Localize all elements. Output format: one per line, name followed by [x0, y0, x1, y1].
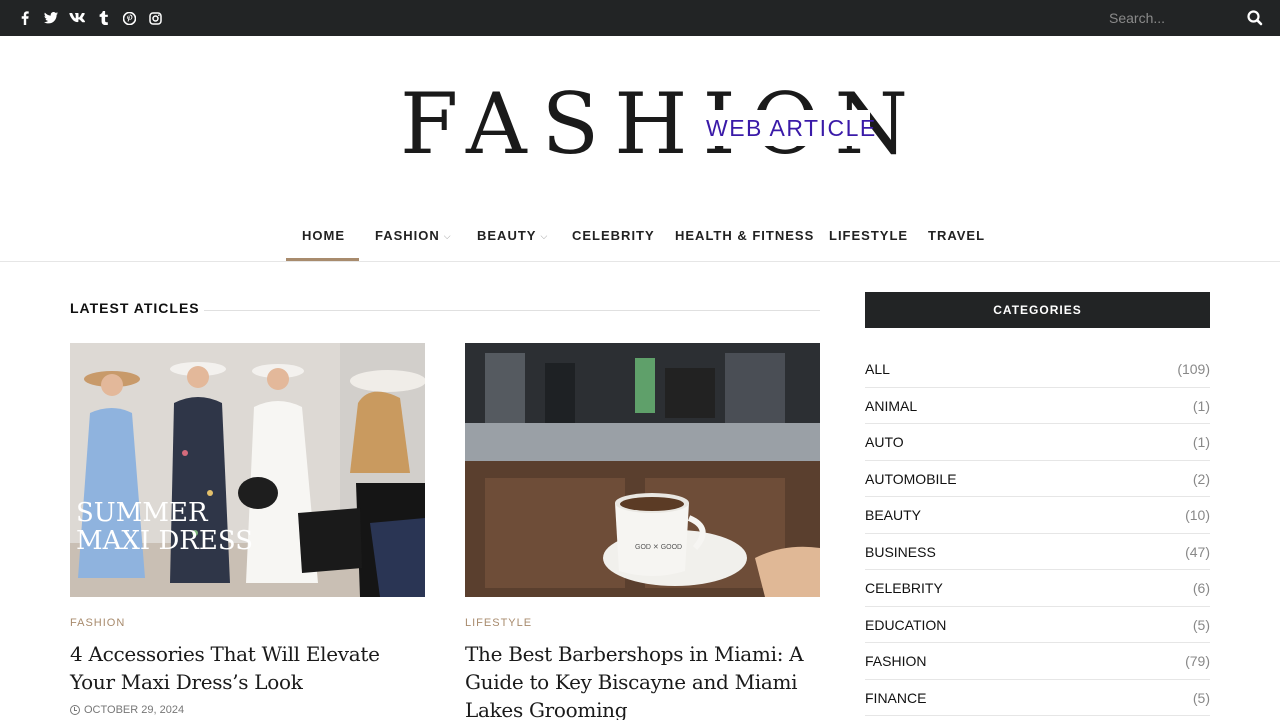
twitter-icon[interactable] [38, 0, 64, 36]
vk-icon[interactable] [64, 0, 90, 36]
instagram-icon[interactable] [142, 0, 168, 36]
nav-label: HEALTH & FITNESS [675, 228, 815, 243]
image-overlay-line1: SUMMER [76, 498, 209, 528]
social-links [12, 0, 168, 36]
category-item[interactable]: CELEBRITY (6) [865, 570, 1210, 607]
nav-label: BEAUTY [477, 228, 537, 243]
category-item[interactable]: ALL (109) [865, 351, 1210, 388]
category-name: EDUCATION [865, 616, 947, 633]
logo-badge: WEB ARTICLE [678, 110, 875, 146]
article-image-barbershop[interactable]: GOD ✕ GOOD [465, 343, 820, 597]
image-overlay-line2: MAXI DRESS [76, 526, 253, 556]
chevron-down-icon: ⌵ [443, 231, 452, 241]
category-name: AUTOMOBILE [865, 470, 957, 487]
category-count: (2) [1192, 470, 1210, 487]
chevron-down-icon: ⌵ [540, 231, 549, 241]
nav-item-travel[interactable]: TRAVEL [928, 210, 985, 262]
nav-item-lifestyle[interactable]: LIFESTYLE [829, 210, 908, 262]
cup-print: GOD ✕ GOOD [635, 544, 682, 551]
categories-header: CATEGORIES [865, 292, 1210, 328]
category-item[interactable]: AUTOMOBILE (2) [865, 461, 1210, 497]
logo-badge-text: WEB ARTICLE [706, 115, 877, 141]
category-count: (109) [1177, 361, 1210, 377]
nav-item-beauty[interactable]: BEAUTY ⌵ [477, 210, 548, 262]
nav-label: FASHION [375, 228, 440, 243]
category-item[interactable]: FINANCE (5) [865, 680, 1210, 716]
search-icon[interactable] [1246, 9, 1264, 27]
category-item[interactable]: BEAUTY (10) [865, 497, 1210, 534]
nav-item-celebrity[interactable]: CELEBRITY [572, 210, 655, 262]
category-name: FINANCE [865, 689, 927, 706]
category-count: (1) [1192, 397, 1210, 414]
category-count: (10) [1185, 507, 1210, 523]
article-category[interactable]: FASHION [70, 617, 125, 629]
nav-active-indicator [286, 258, 359, 261]
category-item[interactable]: EDUCATION (5) [865, 607, 1210, 643]
tumblr-icon[interactable] [90, 0, 116, 36]
category-item[interactable]: BUSINESS (47) [865, 534, 1210, 570]
section-divider [204, 310, 820, 311]
pinterest-icon[interactable] [116, 0, 142, 36]
facebook-icon[interactable] [12, 0, 38, 36]
top-bar [0, 0, 1280, 36]
search-input[interactable] [1109, 8, 1239, 28]
nav-item-fashion[interactable]: FASHION ⌵ [375, 210, 452, 262]
search-box [1109, 0, 1280, 36]
category-count: (47) [1185, 543, 1210, 560]
category-item[interactable]: ANIMAL (1) [865, 388, 1210, 424]
category-item[interactable]: AUTO (1) [865, 424, 1210, 461]
category-name: ANIMAL [865, 397, 918, 414]
category-count: (5) [1192, 689, 1210, 706]
category-name: CELEBRITY [865, 580, 943, 596]
article-title[interactable]: The Best Barbershops in Miami: A Guide t… [465, 640, 825, 720]
article-category[interactable]: LIFESTYLE [465, 617, 532, 629]
main-nav: HOME FASHION ⌵ BEAUTY ⌵ CELEBRITY HEALTH &… [0, 210, 1280, 262]
article-date: OCTOBER 29, 2024 [70, 704, 184, 716]
nav-item-health-fitness[interactable]: HEALTH & FITNESS [675, 210, 814, 262]
category-name: FASHION [865, 653, 927, 669]
article-date-text: OCTOBER 29, 2024 [84, 704, 185, 716]
article-title[interactable]: 4 Accessories That Will Elevate Your Max… [70, 640, 430, 696]
category-name: AUTO [865, 434, 904, 450]
nav-label: LIFESTYLE [829, 228, 909, 243]
category-count: (79) [1185, 653, 1210, 669]
article-image-maxi-dress[interactable]: SUMMER MAXI DRESS [70, 343, 425, 597]
section-title: LATEST ATICLES [70, 300, 200, 316]
site-logo[interactable]: FASHION WEB ARTICLE [400, 76, 908, 172]
nav-label: CELEBRITY [572, 228, 655, 243]
nav-label: TRAVEL [928, 228, 986, 243]
clock-icon [70, 705, 80, 715]
category-item[interactable]: FASHION (79) [865, 643, 1210, 680]
nav-item-home[interactable]: HOME [302, 210, 345, 262]
category-name: BUSINESS [865, 543, 936, 560]
category-name: BEAUTY [865, 507, 922, 523]
category-count: (1) [1192, 434, 1210, 450]
category-count: (5) [1192, 616, 1210, 633]
categories-list: ALL (109) ANIMAL (1) AUTO (1) AUTOMOBILE (2)… [865, 351, 1210, 716]
category-count: (6) [1192, 580, 1210, 596]
category-name: ALL [865, 361, 890, 377]
nav-label: HOME [302, 228, 345, 243]
